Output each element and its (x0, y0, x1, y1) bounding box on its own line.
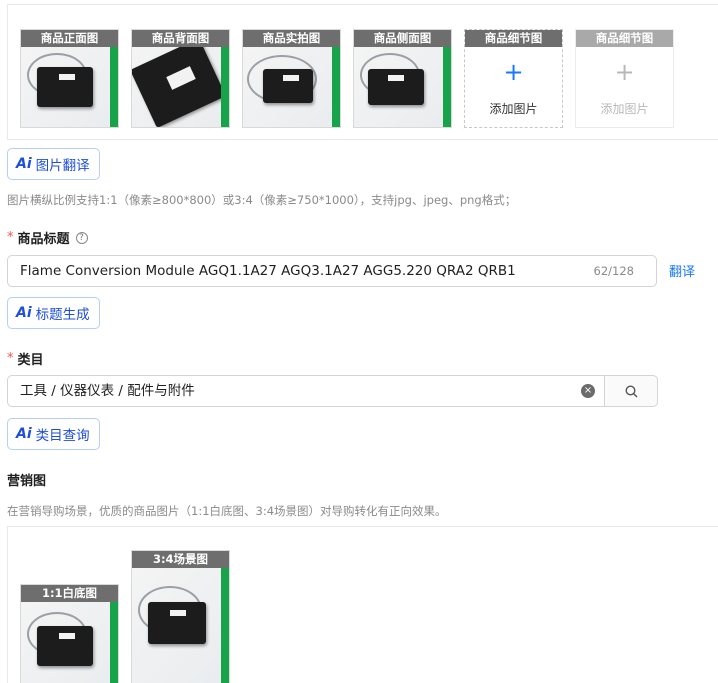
ai-icon: Ai (16, 305, 32, 321)
marketing-slot-scene[interactable]: 3:4场景图 (131, 550, 230, 683)
add-image-text: 添加图片 (489, 102, 538, 116)
product-photo (243, 47, 340, 127)
title-generate-button[interactable]: Ai 标题生成 (7, 297, 100, 329)
image-slot-detail-add-disabled: 商品细节图 + 添加图片 (575, 29, 674, 128)
product-photo (21, 602, 118, 683)
image-slot-label: 商品细节图 (576, 30, 673, 47)
required-mark: * (7, 351, 14, 366)
required-mark: * (7, 230, 14, 245)
title-translate-link[interactable]: 翻译 (669, 261, 695, 280)
ai-icon: Ai (16, 426, 32, 442)
title-label-text: 商品标题 (17, 232, 70, 247)
product-photo (21, 47, 118, 127)
image-slot-label: 商品细节图 (465, 30, 562, 47)
marketing-hint: 在营销导购场景，优质的商品图片（1:1白底图、3:4场景图）对导购转化有正向效果… (7, 504, 447, 518)
image-slot-label: 3:4场景图 (132, 551, 229, 568)
plus-icon: + (503, 58, 524, 86)
category-label-text: 类目 (17, 353, 44, 368)
category-input-value: 工具 / 仪器仪表 / 配件与附件 (20, 383, 195, 399)
image-slot-back[interactable]: 商品背面图 (131, 29, 230, 128)
title-generate-label: 标题生成 (35, 307, 90, 323)
search-icon (625, 385, 638, 398)
image-slot-label: 商品实拍图 (243, 30, 340, 47)
image-slot-label: 商品正面图 (21, 30, 118, 47)
image-slot-side[interactable]: 商品侧面图 (353, 29, 452, 128)
marketing-title: 营销图 (7, 474, 47, 489)
title-char-count: 62/128 (593, 264, 634, 278)
category-input[interactable]: 工具 / 仪器仪表 / 配件与附件 × (7, 375, 658, 407)
marketing-slot-square[interactable]: 1:1白底图 (20, 584, 119, 683)
image-translate-button[interactable]: Ai 图片翻译 (7, 148, 100, 180)
product-photo (132, 568, 229, 683)
image-slot-real[interactable]: 商品实拍图 (242, 29, 341, 128)
help-icon[interactable]: ? (75, 231, 88, 244)
image-translate-label: 图片翻译 (35, 158, 90, 174)
product-photo (132, 37, 229, 127)
image-slot-label: 商品背面图 (132, 30, 229, 47)
title-input-value: Flame Conversion Module AGQ1.1A27 AGQ3.1… (20, 263, 516, 279)
title-input[interactable]: Flame Conversion Module AGQ1.1A27 AGQ3.1… (7, 255, 657, 287)
image-slot-front[interactable]: 商品正面图 (20, 29, 119, 128)
clear-icon[interactable]: × (581, 384, 595, 398)
category-query-button[interactable]: Ai 类目查询 (7, 418, 100, 450)
marketing-images-panel: 1:1白底图 3:4场景图 (7, 526, 718, 683)
image-format-hint: 图片横纵比例支持1:1（像素≥800*800）或3:4（像素≥750*1000）… (7, 193, 517, 207)
product-images-panel: 商品正面图 商品背面图 商品实拍图 商品侧面图 商品细节图 + 添加图片 商品细… (7, 4, 718, 140)
plus-icon: + (614, 58, 635, 86)
category-field-label: * 类目 (7, 349, 44, 368)
ai-icon: Ai (16, 156, 32, 172)
add-image-text: 添加图片 (600, 102, 649, 116)
image-slot-label: 1:1白底图 (21, 585, 118, 602)
image-slot-detail-add[interactable]: 商品细节图 + 添加图片 (464, 29, 563, 128)
category-query-label: 类目查询 (35, 428, 90, 444)
title-field-label: * 商品标题 ? (7, 228, 88, 247)
product-photo (354, 47, 451, 127)
image-slot-label: 商品侧面图 (354, 30, 451, 47)
category-search-button[interactable] (604, 375, 658, 407)
